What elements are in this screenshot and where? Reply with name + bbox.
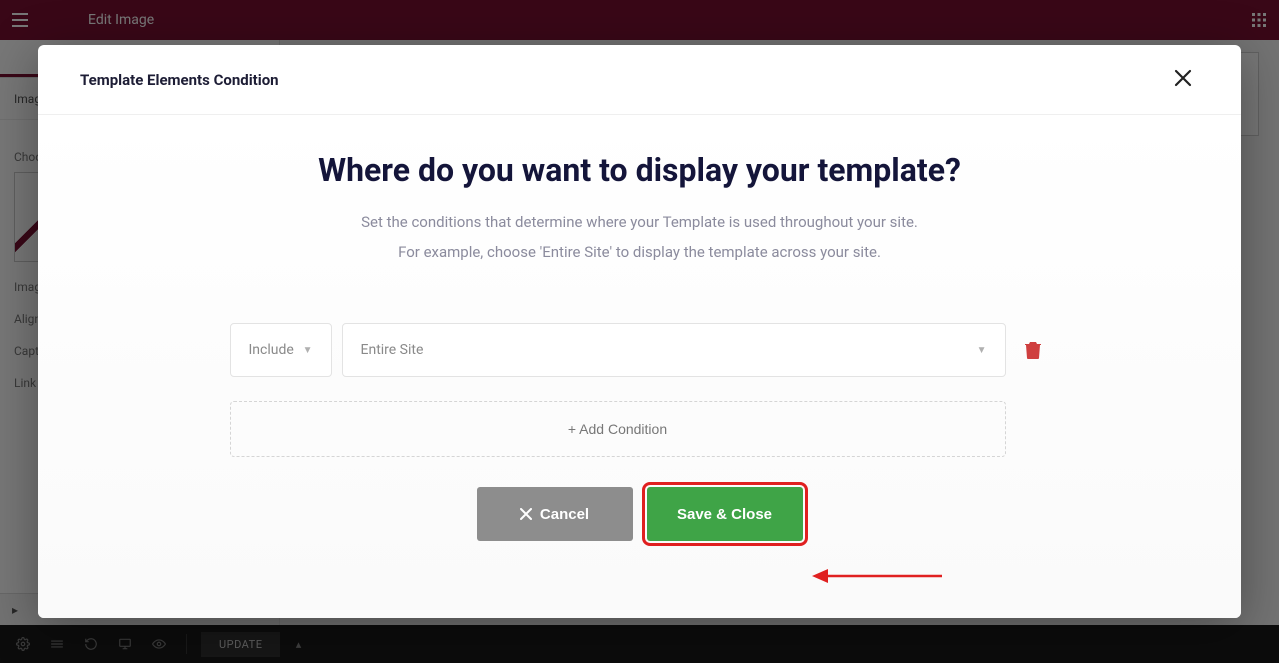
select-value: Include xyxy=(249,342,294,358)
trash-icon xyxy=(1025,341,1041,359)
condition-location-select[interactable]: Entire Site ▼ xyxy=(342,323,1006,377)
add-condition-button[interactable]: + Add Condition xyxy=(230,401,1006,457)
condition-row: Include ▼ Entire Site ▼ xyxy=(230,323,1050,377)
modal-header: Template Elements Condition xyxy=(38,45,1241,115)
delete-condition-button[interactable] xyxy=(1016,333,1050,367)
select-value: Entire Site xyxy=(361,342,424,358)
modal-description-line: Set the conditions that determine where … xyxy=(98,207,1181,237)
cancel-button-label: Cancel xyxy=(540,506,589,523)
close-icon xyxy=(520,508,532,520)
close-icon[interactable] xyxy=(1167,64,1199,96)
modal-title: Template Elements Condition xyxy=(80,71,279,89)
modal-body: Where do you want to display your templa… xyxy=(38,115,1241,618)
conditions-container: Include ▼ Entire Site ▼ + Add Condition xyxy=(230,323,1050,457)
include-exclude-select[interactable]: Include ▼ xyxy=(230,323,332,377)
modal-footer: Cancel Save & Close xyxy=(98,477,1181,569)
chevron-down-icon: ▼ xyxy=(977,345,987,356)
display-conditions-modal: Template Elements Condition Where do you… xyxy=(38,45,1241,618)
modal-description-line: For example, choose 'Entire Site' to dis… xyxy=(98,237,1181,267)
add-condition-row: + Add Condition xyxy=(230,397,1050,457)
modal-heading: Where do you want to display your templa… xyxy=(98,151,1181,189)
save-button-label: Save & Close xyxy=(677,506,772,523)
cancel-button[interactable]: Cancel xyxy=(477,487,633,541)
chevron-down-icon: ▼ xyxy=(303,345,313,356)
save-close-button[interactable]: Save & Close xyxy=(647,487,803,541)
